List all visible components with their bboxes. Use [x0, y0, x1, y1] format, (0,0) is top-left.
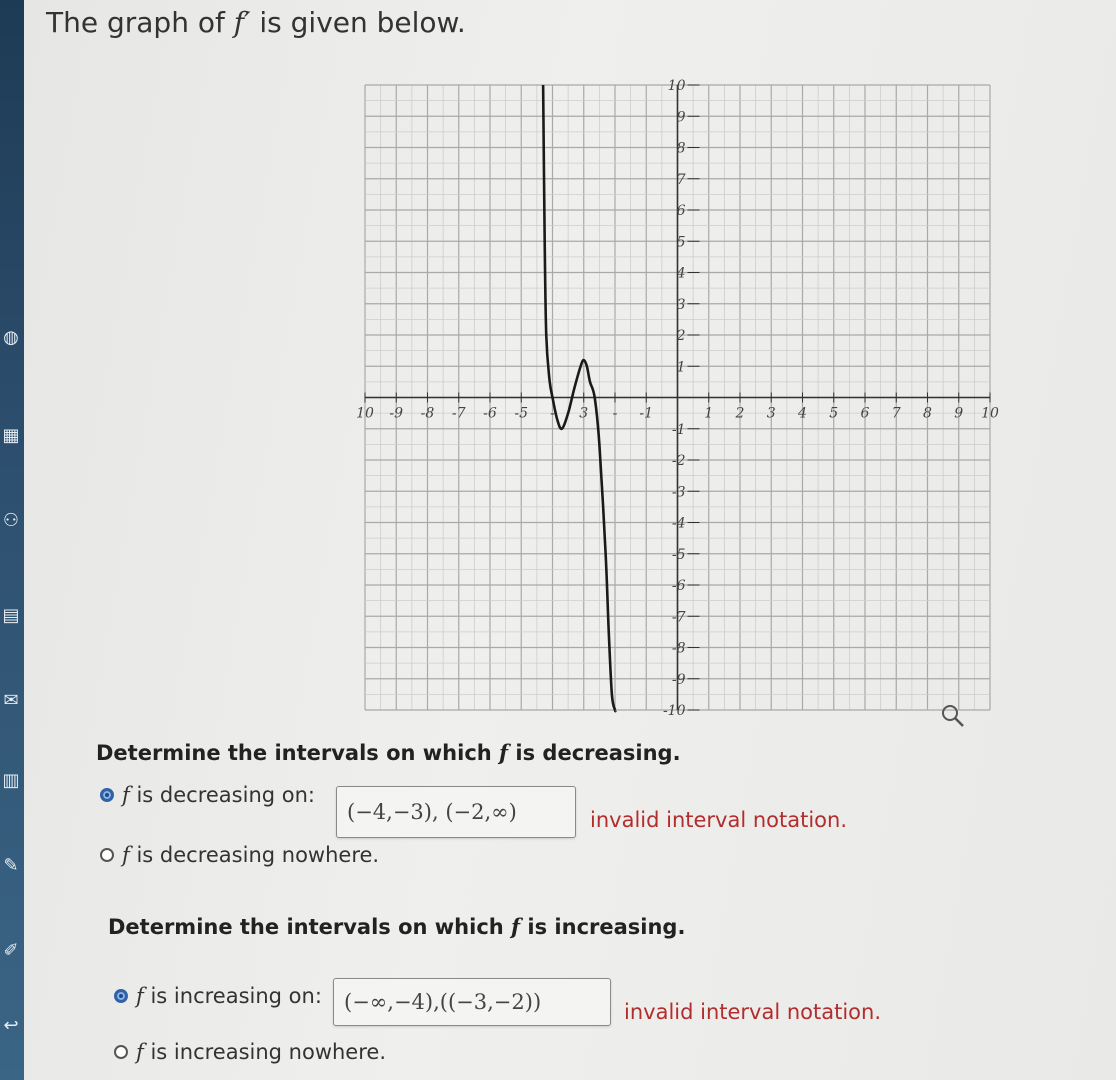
option-label: is decreasing nowhere.: [136, 843, 380, 867]
y-tick-label: 9: [677, 109, 686, 125]
x-tick-label: 4: [797, 406, 807, 422]
y-tick-label: 1: [677, 359, 686, 375]
sidebar-toolbar: ◍ ▦ ⚇ ▤ ✉ ▥ ✎ ✐ ↩: [0, 0, 24, 1080]
option-label: is increasing nowhere.: [150, 1040, 386, 1064]
decreasing-error-message: invalid interval notation.: [590, 808, 848, 832]
y-tick-label: -5: [672, 547, 686, 563]
x-tick-label: 5: [829, 406, 838, 422]
people-icon[interactable]: ⚇: [0, 505, 22, 535]
x-tick-label: -: [613, 406, 618, 422]
option-increasing-on[interactable]: f is increasing on:: [114, 984, 322, 1008]
option-function: f: [122, 843, 130, 867]
radio-increasing-on[interactable]: [114, 989, 128, 1003]
x-tick-label: 10: [356, 406, 374, 422]
question-increasing-function: f: [511, 914, 521, 939]
radio-increasing-nowhere[interactable]: [114, 1045, 128, 1059]
decreasing-interval-value: (−4,−3), (−2,∞): [347, 800, 517, 824]
y-tick-label: 8: [677, 141, 686, 157]
y-tick-label: 3: [677, 297, 686, 313]
y-tick-label: 4: [676, 266, 686, 282]
question-increasing-text: Determine the intervals on which: [108, 915, 504, 939]
y-tick-label: -4: [672, 516, 686, 532]
globe-icon[interactable]: ◍: [0, 322, 22, 352]
y-tick-label: -9: [672, 672, 686, 688]
y-tick-label: -3: [672, 484, 686, 500]
calculator-icon[interactable]: ▦: [0, 420, 22, 450]
decreasing-interval-input[interactable]: (−4,−3), (−2,∞): [336, 786, 576, 838]
x-tick-label: 10: [981, 406, 999, 422]
y-tick-label: -10: [663, 703, 686, 719]
x-tick-label: 8: [923, 406, 932, 422]
derivative-graph: 10 -9 -8 -7 -6 -5 -3 - -1 1 2 3 4 5 6 7 8 9 10 -10 -9 -8 -7 -6 -…: [356, 78, 999, 727]
option-label: is increasing on:: [150, 984, 322, 1008]
option-increasing-nowhere[interactable]: f is increasing nowhere.: [114, 1040, 386, 1064]
header-prefix: The graph of: [46, 6, 225, 39]
mail-icon[interactable]: ✉: [0, 685, 22, 715]
exit-icon[interactable]: ↩: [0, 1010, 22, 1040]
x-tick-label: -6: [483, 406, 497, 422]
question-increasing: Determine the intervals on which f is in…: [108, 914, 685, 939]
y-tick-label: -8: [672, 641, 686, 657]
question-increasing-tail: is increasing.: [527, 915, 686, 939]
x-tick-label: 9: [954, 406, 963, 422]
option-label: is decreasing on:: [136, 783, 315, 807]
edit-icon[interactable]: ✐: [0, 935, 22, 965]
option-function: f: [122, 783, 130, 807]
pencil-icon[interactable]: ✎: [0, 850, 22, 880]
x-tick-label: 6: [861, 406, 870, 422]
header-suffix: is given below.: [259, 6, 466, 39]
option-function: f: [136, 984, 144, 1008]
header-function: f′: [233, 6, 251, 39]
radio-decreasing-on[interactable]: [100, 788, 114, 802]
y-tick-label: 6: [677, 203, 686, 219]
x-tick-label: -8: [421, 406, 435, 422]
y-tick-label: -2: [672, 453, 686, 469]
x-tick-label: 3: [767, 406, 776, 422]
radio-decreasing-nowhere[interactable]: [100, 848, 114, 862]
option-function: f: [136, 1040, 144, 1064]
page-title: The graph of f′ is given below.: [46, 6, 466, 39]
y-tick-label: 7: [677, 172, 686, 188]
option-decreasing-nowhere[interactable]: f is decreasing nowhere.: [100, 843, 379, 867]
x-tick-label: -7: [452, 406, 466, 422]
y-tick-label: 5: [677, 234, 686, 250]
increasing-interval-value: (−∞,−4),((−3,−2)): [344, 990, 542, 1014]
y-tick-label: 10: [668, 78, 686, 94]
increasing-error-message: invalid interval notation.: [624, 1000, 882, 1024]
x-tick-label: 1: [704, 406, 713, 422]
x-tick-label: -9: [389, 406, 403, 422]
y-tick-label: -6: [672, 578, 686, 594]
y-tick-label: -7: [672, 609, 686, 625]
x-tick-label: -1: [639, 406, 653, 422]
y-tick-label: -1: [672, 422, 686, 438]
y-tick-label: 2: [676, 328, 686, 344]
increasing-interval-input[interactable]: (−∞,−4),((−3,−2)): [333, 978, 611, 1026]
question-decreasing-tail: is decreasing.: [515, 741, 681, 765]
question-decreasing-function: f: [499, 740, 509, 765]
x-tick-label: 2: [735, 406, 745, 422]
x-tick-label: -5: [514, 406, 528, 422]
zoom-icon[interactable]: [942, 705, 964, 727]
x-tick-label: 7: [892, 406, 901, 422]
question-decreasing: Determine the intervals on which f is de…: [96, 740, 681, 765]
document-icon[interactable]: ▥: [0, 765, 22, 795]
x-tick-label: 3: [579, 406, 588, 422]
question-decreasing-text: Determine the intervals on which: [96, 741, 492, 765]
option-decreasing-on[interactable]: f is decreasing on:: [100, 783, 315, 807]
grid-icon[interactable]: ▤: [0, 600, 22, 630]
